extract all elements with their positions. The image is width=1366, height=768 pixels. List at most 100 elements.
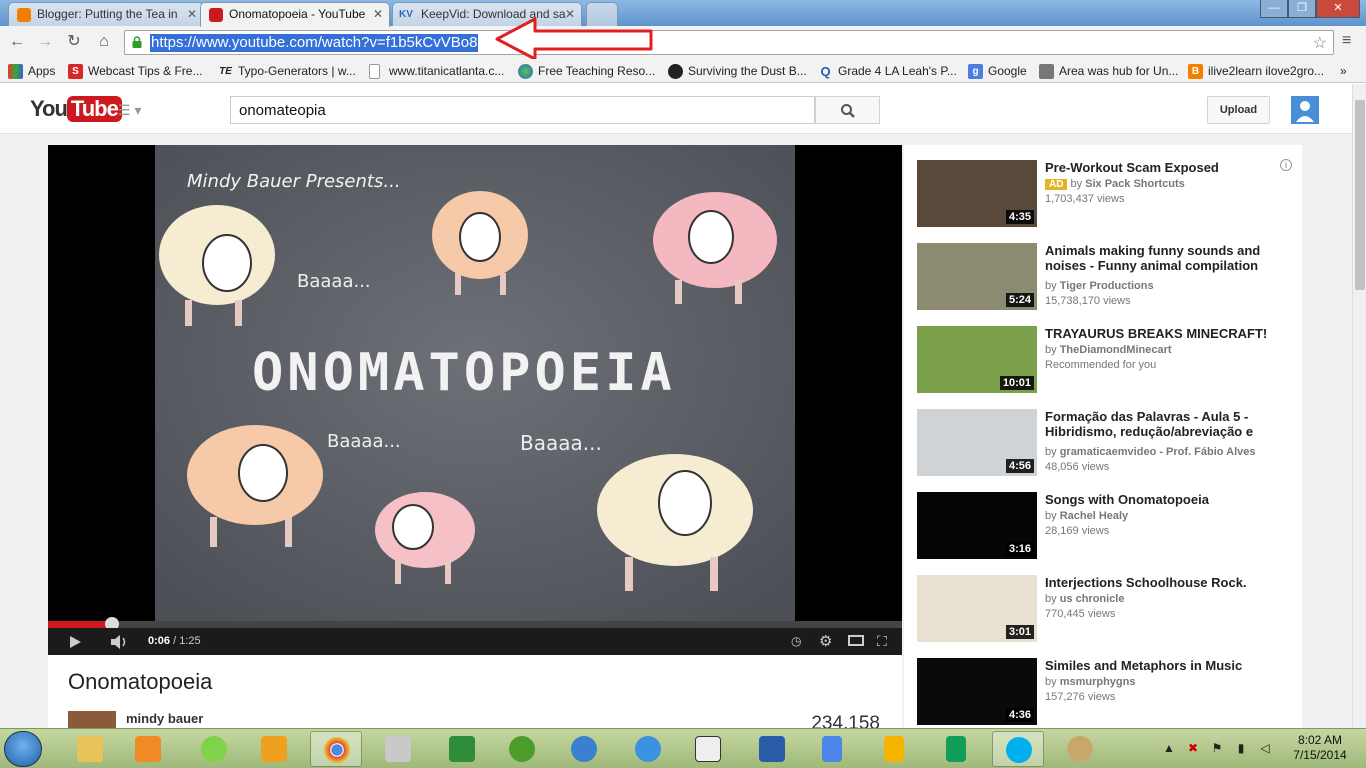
related-channel-link[interactable]: TheDiamondMinecart	[1060, 344, 1172, 356]
taskbar-skype[interactable]	[992, 731, 1044, 767]
taskbar-audio[interactable]	[682, 731, 734, 767]
power-icon[interactable]: ▮	[1234, 741, 1248, 755]
related-video-item[interactable]: 4:56 Formação das Palavras - Aula 5 - Hib…	[917, 409, 1302, 479]
taskbar-slides[interactable]	[868, 731, 920, 767]
related-channel-link[interactable]: gramaticaemvideo - Prof. Fábio Alves	[1060, 446, 1256, 458]
chrome-menu-icon[interactable]: ≡	[1342, 32, 1351, 50]
search-input[interactable]	[230, 96, 815, 124]
play-icon[interactable]	[68, 635, 82, 649]
related-video-title[interactable]: TRAYAURUS BREAKS MINECRAFT!	[1045, 326, 1277, 341]
url-text[interactable]: https://www.youtube.com/watch?v=f1b5kCvV…	[150, 34, 479, 52]
tab-blogger[interactable]: Blogger: Putting the Tea in ✕	[8, 2, 204, 26]
forward-icon[interactable]: →	[34, 32, 56, 52]
taskbar-paint[interactable]	[1054, 731, 1106, 767]
taskbar-usb[interactable]	[188, 731, 240, 767]
fullscreen-icon[interactable]: ⛶	[877, 633, 887, 650]
related-channel-link[interactable]: Tiger Productions	[1060, 280, 1154, 292]
taskbar-media[interactable]	[122, 731, 174, 767]
more-bookmarks-icon[interactable]: »	[1340, 62, 1347, 80]
youtube-page: YouTube ☰ ▾ Upload	[0, 84, 1352, 728]
browser-toolbar: ← → ↻ ⌂ https://www.youtube.com/watch?v=…	[0, 26, 1366, 59]
show-hidden-icons-icon[interactable]: ▲	[1162, 741, 1176, 755]
related-video-title[interactable]: Formação das Palavras - Aula 5 - Hibridi…	[1045, 409, 1277, 439]
bookmark-grade4[interactable]: Q Grade 4 LA Leah's P...	[818, 62, 956, 80]
bookmark-google[interactable]: g Google	[968, 62, 1027, 80]
related-video-item[interactable]: 5:24 Animals making funny sounds and nois…	[917, 243, 1302, 313]
taskbar-frog[interactable]	[496, 731, 548, 767]
taskbar-word[interactable]	[746, 731, 798, 767]
minimize-button[interactable]: —	[1260, 0, 1288, 18]
related-video-item[interactable]: 3:16 Songs with Onomatopoeia by Rachel Hea…	[917, 492, 1302, 562]
related-channel-link[interactable]: us chronicle	[1060, 593, 1125, 605]
channel-name-link[interactable]: mindy bauer	[126, 711, 203, 726]
taskbar-chrome[interactable]	[310, 731, 362, 767]
scrollbar-thumb[interactable]	[1355, 100, 1365, 290]
related-channel-link[interactable]: Rachel Healy	[1060, 510, 1128, 522]
bookmark-star-icon[interactable]: ☆	[1313, 33, 1327, 53]
player-controls: 0:06 / 1:25 ◷ ⚙ ⛶	[48, 628, 902, 655]
taskbar-stocks[interactable]	[436, 731, 488, 767]
video-thumbnail[interactable]: 3:01	[917, 575, 1037, 642]
taskbar-ie[interactable]	[622, 731, 674, 767]
taskbar-sheets[interactable]	[930, 731, 982, 767]
related-video-title[interactable]: Similes and Metaphors in Music	[1045, 658, 1277, 673]
start-button[interactable]	[4, 731, 42, 767]
avatar[interactable]	[1291, 96, 1319, 124]
related-video-title[interactable]: Songs with Onomatopoeia	[1045, 492, 1277, 507]
settings-gear-icon[interactable]: ⚙	[819, 632, 832, 650]
video-thumbnail[interactable]: 5:24	[917, 243, 1037, 310]
related-video-title[interactable]: Pre-Workout Scam Exposed	[1045, 160, 1277, 175]
bookmark-free-teaching[interactable]: Free Teaching Reso...	[518, 62, 655, 80]
related-video-title[interactable]: Interjections Schoolhouse Rock.	[1045, 575, 1277, 590]
video-player[interactable]: Mindy Bauer Presents... ONOMATOPOEIA Baa…	[48, 145, 902, 655]
progress-bar[interactable]	[48, 617, 902, 631]
maximize-button[interactable]: ❐	[1288, 0, 1316, 18]
related-video-title[interactable]: Animals making funny sounds and noises -…	[1045, 243, 1277, 273]
home-icon[interactable]: ⌂	[93, 32, 115, 52]
search-button[interactable]	[815, 96, 880, 124]
related-video-item[interactable]: 10:01 TRAYAURUS BREAKS MINECRAFT! by TheDi…	[917, 326, 1302, 396]
youtube-logo[interactable]: You Tube	[30, 96, 122, 124]
tab-youtube[interactable]: Onomatopoeia - YouTube ✕	[200, 2, 390, 27]
related-channel-link[interactable]: msmurphygns	[1060, 676, 1136, 688]
video-frame[interactable]: Mindy Bauer Presents... ONOMATOPOEIA Baa…	[155, 145, 795, 621]
network-error-icon[interactable]: ✖	[1186, 741, 1200, 755]
guide-menu-icon[interactable]: ☰ ▾	[118, 102, 141, 119]
theater-mode-icon[interactable]	[848, 635, 864, 646]
close-icon[interactable]: ✕	[373, 3, 383, 25]
bookmark-titanicatlanta[interactable]: www.titanicatlanta.c...	[369, 62, 504, 80]
related-video-item[interactable]: 3:01 Interjections Schoolhouse Rock. by us…	[917, 575, 1302, 645]
bookmark-surviving-dust[interactable]: Surviving the Dust B...	[668, 62, 807, 80]
close-window-button[interactable]: ✕	[1316, 0, 1360, 18]
bookmark-area-hub[interactable]: Area was hub for Un...	[1039, 62, 1178, 80]
volume-tray-icon[interactable]: ◁	[1258, 741, 1272, 755]
volume-icon[interactable]	[110, 634, 130, 650]
video-thumbnail[interactable]: 4:36	[917, 658, 1037, 725]
taskbar-docs[interactable]	[806, 731, 858, 767]
taskbar-quicktime[interactable]	[558, 731, 610, 767]
watch-later-icon[interactable]: ◷	[791, 634, 801, 648]
bookmark-apps[interactable]: Apps	[8, 62, 55, 80]
taskbar-calculator[interactable]	[372, 731, 424, 767]
bookmark-webcast-tips[interactable]: S Webcast Tips & Fre...	[68, 62, 202, 80]
upload-button[interactable]: Upload	[1207, 96, 1270, 124]
related-channel-link[interactable]: Six Pack Shortcuts	[1085, 178, 1185, 190]
taskbar-explorer[interactable]	[64, 731, 116, 767]
reload-icon[interactable]: ↻	[63, 32, 85, 52]
related-video-item[interactable]: 4:35 Pre-Workout Scam Exposed AD by Six Pac…	[917, 160, 1302, 230]
page-scrollbar[interactable]	[1352, 84, 1366, 728]
video-thumbnail[interactable]: 10:01	[917, 326, 1037, 393]
channel-avatar[interactable]	[68, 711, 116, 728]
video-thumbnail[interactable]: 4:35	[917, 160, 1037, 227]
back-icon[interactable]: ←	[6, 32, 28, 52]
bookmark-typo-generators[interactable]: TE Typo-Generators | w...	[218, 62, 356, 80]
action-center-flag-icon[interactable]: ⚑	[1210, 741, 1224, 755]
close-icon[interactable]: ✕	[187, 3, 197, 25]
system-clock[interactable]: 8:02 AM 7/15/2014	[1290, 733, 1350, 763]
taskbar-outlook[interactable]	[248, 731, 300, 767]
address-bar[interactable]: https://www.youtube.com/watch?v=f1b5kCvV…	[124, 30, 1334, 55]
video-thumbnail[interactable]: 3:16	[917, 492, 1037, 559]
video-thumbnail[interactable]: 4:56	[917, 409, 1037, 476]
related-video-item[interactable]: 4:36 Similes and Metaphors in Music by msm…	[917, 658, 1302, 728]
bookmark-ilive2learn[interactable]: B ilive2learn ilove2gro...	[1188, 62, 1324, 80]
